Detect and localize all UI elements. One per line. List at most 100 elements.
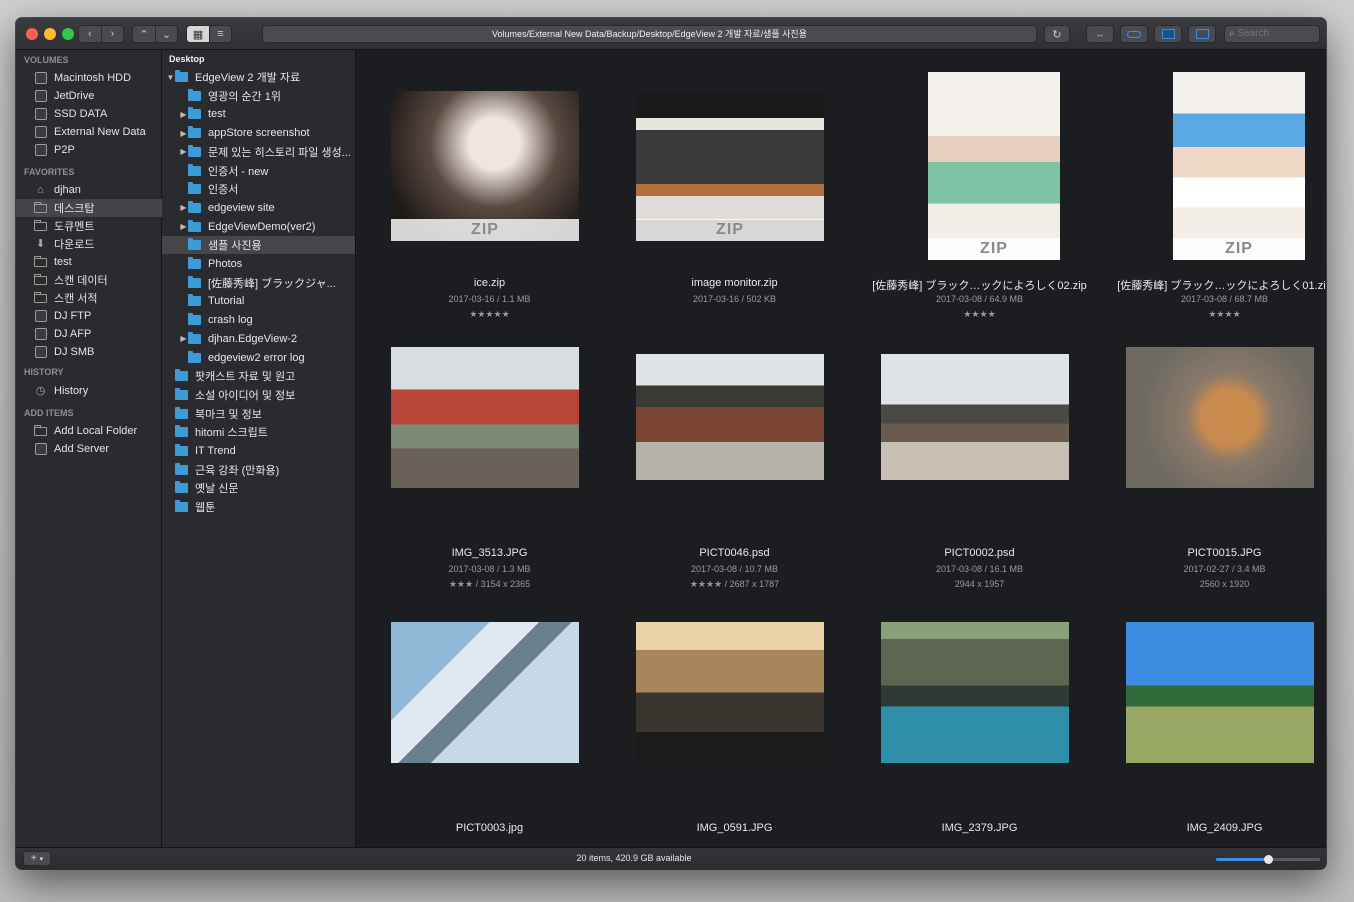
add-local-folder-button[interactable]: Add Local Folder (16, 422, 162, 440)
disclosure-expanded-icon[interactable]: ▼ (166, 73, 175, 82)
sidebar-item-volume[interactable]: Macintosh HDD (16, 69, 162, 87)
sidebar-item-favorite[interactable]: test (16, 253, 162, 271)
thumbnail-image[interactable]: ZIP (1173, 72, 1305, 260)
sidebar-item-volume[interactable]: JetDrive (16, 87, 162, 105)
tree-row[interactable]: edgeview2 error log (162, 349, 355, 367)
tree-row[interactable]: Tutorial (162, 292, 355, 310)
sidebar-item-favorite[interactable]: ⬇ 다운로드 (16, 235, 162, 253)
tree-row[interactable]: [佐藤秀峰] ブラックジャ... (162, 274, 355, 292)
thumbnail-size-slider[interactable] (1216, 855, 1320, 864)
sidebar-item-volume[interactable]: External New Data (16, 123, 162, 141)
refresh-icon: ↻ (1052, 28, 1062, 41)
thumbnail-item[interactable]: ZIP [佐藤秀峰] ブラック…ックによろしく01.zip 2017-03-08 /… (1102, 50, 1326, 325)
tree-row[interactable]: ▶ djhan.EdgeView-2 (162, 330, 355, 348)
thumbnail-item[interactable]: ZIP image monitor.zip 2017-03-16 / 502 KB (612, 50, 857, 325)
sidebar-item-favorite[interactable]: 데스크탑 (16, 199, 162, 217)
disclosure-collapsed-icon[interactable]: ▶ (179, 147, 188, 156)
tree-row[interactable]: crash log (162, 311, 355, 329)
tree-row[interactable]: 옛날 신문 (162, 479, 355, 497)
file-meta: 2017-03-16 / 502 KB (692, 294, 777, 304)
disclosure-collapsed-icon[interactable]: ▶ (179, 129, 188, 138)
thumbnail-item[interactable]: IMG_3513.JPG 2017-03-08 / 1.3 MB ★★★ / 315… (367, 325, 612, 600)
sidebar-item-favorite[interactable]: 스캔 데이터 (16, 271, 162, 289)
search-input[interactable] (1237, 28, 1308, 39)
down-button[interactable]: ⌄ (155, 26, 177, 42)
disclosure-collapsed-icon[interactable]: ▶ (179, 110, 188, 119)
tree-row[interactable]: 영광의 순간 1위 (162, 87, 355, 105)
thumbnail-item[interactable]: IMG_2379.JPG (857, 600, 1102, 847)
refresh-button[interactable]: ↻ (1044, 25, 1070, 43)
tree-row[interactable]: ▶ EdgeViewDemo(ver2) (162, 218, 355, 236)
thumbnail-image[interactable]: ZIP (391, 91, 579, 241)
back-button[interactable]: ‹ (79, 26, 101, 42)
image-panel-button[interactable] (1154, 25, 1182, 43)
sidebar-toggle-button[interactable] (1188, 25, 1216, 43)
server-icon (34, 328, 47, 340)
tree-row[interactable]: ▶ test (162, 105, 355, 123)
sidebar-item-favorite[interactable]: 도큐멘트 (16, 217, 162, 235)
tree-row[interactable]: 인증서 (162, 180, 355, 198)
slider-knob[interactable] (1264, 855, 1273, 864)
close-window-button[interactable] (26, 28, 38, 40)
thumbnail-image[interactable] (1126, 622, 1314, 763)
tree-row[interactable]: 샘플 사진용 (162, 236, 355, 255)
thumbnail-item[interactable]: ZIP ice.zip 2017-03-16 / 1.1 MB ★★★★★ (367, 50, 612, 325)
add-server-button[interactable]: Add Server (16, 440, 162, 458)
tree-row-label: 옛날 신문 (195, 483, 239, 496)
sidebar-item-volume[interactable]: P2P (16, 141, 162, 159)
thumbnail-item[interactable]: PICT0046.psd 2017-03-08 / 10.7 MB ★★★★ / 2… (612, 325, 857, 600)
thumbnail-image[interactable] (881, 354, 1069, 480)
thumbnail-image[interactable] (1126, 347, 1314, 488)
tree-row[interactable]: ▶ appStore screenshot (162, 124, 355, 142)
up-button[interactable]: ⌃ (133, 26, 155, 42)
file-name: [佐藤秀峰] ブラック…ックによろしく02.zip (872, 280, 1087, 292)
folder-icon (175, 462, 188, 475)
path-bar[interactable]: Volumes/External New Data/Backup/Desktop… (262, 25, 1037, 43)
thumbnail-item[interactable]: PICT0003.jpg (367, 600, 612, 847)
tree-row[interactable]: ▶ edgeview site (162, 199, 355, 217)
tree-row[interactable]: 소설 아이디어 및 정보 (162, 386, 355, 404)
search-field[interactable]: ⌕ (1224, 25, 1320, 43)
sidebar-item-label: 스캔 데이터 (54, 275, 108, 287)
thumbnail-item[interactable]: ZIP [佐藤秀峰] ブラック…ックによろしく02.zip 2017-03-08 /… (857, 50, 1102, 325)
tree-row[interactable]: 팟캐스트 자료 및 원고 (162, 367, 355, 385)
tree-row[interactable]: 인증서 - new (162, 162, 355, 180)
sidebar-item-favorite[interactable]: DJ FTP (16, 307, 162, 325)
thumbnail-item[interactable]: PICT0015.JPG 2017-02-27 / 3.4 MB 2560 x 19… (1102, 325, 1326, 600)
forward-button[interactable]: › (101, 26, 123, 42)
thumbnail-image[interactable] (636, 622, 824, 763)
grid-view-button[interactable]: ▦ (187, 26, 209, 42)
minimize-window-button[interactable] (44, 28, 56, 40)
sidebar-item-favorite[interactable]: ⌂ djhan (16, 181, 162, 199)
tree-row[interactable]: Photos (162, 255, 355, 273)
disclosure-collapsed-icon[interactable]: ▶ (179, 334, 188, 343)
file-name: IMG_3513.JPG (451, 547, 528, 559)
sidebar-item-history[interactable]: ◷ History (16, 382, 162, 400)
zoom-window-button[interactable] (62, 28, 74, 40)
tree-row[interactable]: ▶ 문제 있는 히스토리 파일 생성... (162, 143, 355, 161)
thumbnail-image[interactable] (636, 354, 824, 480)
list-view-button[interactable]: ≡ (209, 26, 231, 42)
thumbnail-image[interactable] (881, 622, 1069, 763)
tree-row[interactable]: ▼ EdgeView 2 개발 자료 (162, 68, 355, 86)
fit-width-button[interactable]: ↔ (1086, 25, 1114, 43)
sidebar-item-favorite[interactable]: DJ AFP (16, 325, 162, 343)
sidebar-item-favorite[interactable]: 스캔 서적 (16, 289, 162, 307)
disclosure-collapsed-icon[interactable]: ▶ (179, 203, 188, 212)
thumbnail-item[interactable]: IMG_2409.JPG (1102, 600, 1326, 847)
tree-row[interactable]: IT Trend (162, 442, 355, 460)
tree-row[interactable]: 웹툰 (162, 498, 355, 516)
thumbnail-image[interactable] (391, 347, 579, 488)
toggle-button[interactable] (1120, 25, 1148, 43)
sidebar-item-volume[interactable]: SSD DATA (16, 105, 162, 123)
thumbnail-item[interactable]: IMG_0591.JPG (612, 600, 857, 847)
thumbnail-item[interactable]: PICT0002.psd 2017-03-08 / 16.1 MB 2944 x 1… (857, 325, 1102, 600)
tree-row[interactable]: 북마크 및 정보 (162, 405, 355, 423)
tree-row[interactable]: 근육 강좌 (만화용) (162, 461, 355, 479)
thumbnail-image[interactable]: ZIP (928, 72, 1060, 260)
tree-row[interactable]: hitomi 스크립트 (162, 423, 355, 441)
disclosure-collapsed-icon[interactable]: ▶ (179, 222, 188, 231)
thumbnail-image[interactable]: ZIP (636, 91, 824, 241)
sidebar-item-favorite[interactable]: DJ SMB (16, 343, 162, 361)
thumbnail-image[interactable] (391, 622, 579, 763)
